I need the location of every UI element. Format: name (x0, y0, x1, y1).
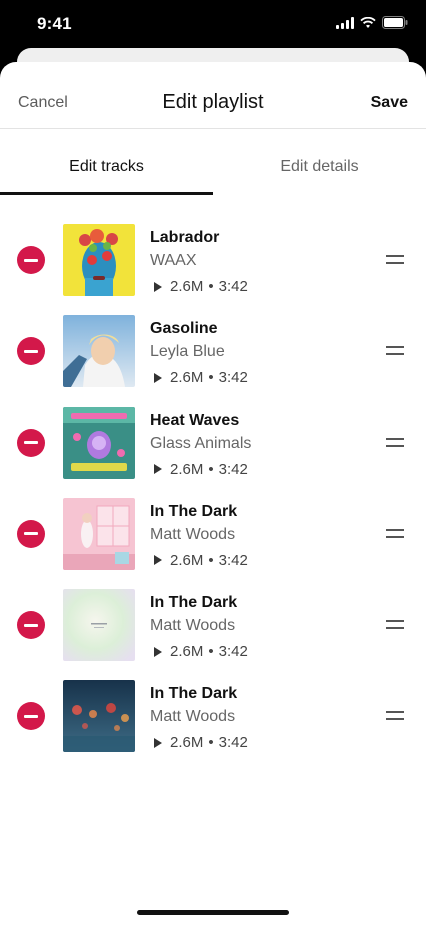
play-count: 2.6M (170, 460, 204, 478)
track-duration: 3:42 (218, 734, 248, 752)
track-row[interactable]: In The Dark Matt Woods 2.6M • 3:42 (0, 587, 426, 678)
track-row[interactable]: Labrador WAAX 2.6M • 3:42 (0, 222, 426, 313)
remove-track-button[interactable] (17, 428, 45, 457)
nav-bar: Cancel Edit playlist Save (0, 62, 426, 129)
meta-separator: • (208, 278, 214, 295)
track-artist: Glass Animals (150, 434, 252, 452)
track-meta: 2.6M • 3:42 (150, 369, 248, 386)
play-icon (154, 737, 162, 748)
remove-track-button[interactable] (17, 611, 45, 640)
gasoline-cover (63, 315, 135, 388)
track-info: In The Dark Matt Woods 2.6M • 3:42 (150, 593, 248, 660)
track-artist: Leyla Blue (150, 343, 225, 361)
track-info: Heat Waves Glass Animals 2.6M • 3:42 (150, 411, 251, 478)
tab-edit-tracks[interactable]: Edit tracks (0, 128, 213, 196)
track-duration: 3:42 (218, 369, 248, 387)
play-icon (154, 646, 162, 657)
track-meta: 2.6M • 3:42 (150, 734, 248, 751)
track-meta: 2.6M • 3:42 (150, 461, 251, 478)
remove-track-button[interactable] (17, 246, 45, 274)
track-row[interactable]: In The Dark Matt Woods 2.6M • 3:42 (0, 678, 426, 769)
play-icon (154, 281, 162, 292)
remove-track-button[interactable] (17, 702, 45, 731)
status-time: 9:41 (37, 14, 72, 33)
drag-handle-icon[interactable] (386, 528, 404, 539)
track-row[interactable]: In The Dark Matt Woods 2.6M • 3:42 (0, 496, 426, 587)
drag-handle-icon[interactable] (386, 620, 404, 630)
play-icon (154, 372, 162, 383)
drag-handle-icon[interactable] (386, 437, 404, 448)
track-info: In The Dark Matt Woods 2.6M • 3:42 (150, 684, 248, 751)
signal-icon (336, 16, 354, 29)
track-title: Gasoline (150, 320, 218, 338)
play-count: 2.6M (170, 551, 204, 569)
pink-room-cover (63, 497, 135, 570)
remove-track-button[interactable] (17, 337, 45, 366)
track-info: In The Dark Matt Woods 2.6M • 3:42 (150, 502, 248, 569)
heat-waves-cover (63, 406, 135, 479)
tab-bar: Edit tracks Edit details (0, 128, 426, 196)
edit-playlist-sheet: Cancel Edit playlist Save Edit tracks Ed… (0, 62, 426, 926)
track-title: In The Dark (150, 594, 238, 612)
meta-separator: • (208, 734, 214, 752)
track-title: In The Dark (150, 502, 238, 520)
remove-track-button[interactable] (17, 519, 45, 548)
track-title: In The Dark (150, 685, 238, 703)
track-duration: 3:42 (218, 460, 248, 478)
play-count: 2.6M (170, 643, 204, 661)
status-bar: 9:41 (0, 0, 426, 50)
status-icons (336, 16, 408, 29)
track-duration: 3:42 (218, 643, 248, 661)
play-icon (154, 464, 162, 475)
pastel-cover (63, 589, 135, 662)
drag-handle-icon[interactable] (386, 711, 404, 721)
track-row[interactable]: Gasoline Leyla Blue 2.6M • 3:42 (0, 313, 426, 404)
play-count: 2.6M (170, 278, 204, 295)
drag-handle-icon[interactable] (386, 255, 404, 265)
meta-separator: • (208, 643, 214, 661)
track-title: Heat Waves (150, 411, 240, 429)
page-title: Edit playlist (162, 91, 264, 113)
meta-separator: • (208, 551, 214, 569)
track-title: Labrador (150, 229, 220, 246)
track-artist: WAAX (150, 252, 197, 269)
save-button[interactable]: Save (371, 94, 408, 112)
play-count: 2.6M (170, 369, 204, 387)
battery-icon (382, 16, 408, 29)
phone-screen: 9:41 Cancel Edit playlist Save Edit trac… (0, 0, 426, 926)
tab-edit-details[interactable]: Edit details (213, 128, 426, 196)
track-duration: 3:42 (218, 551, 248, 569)
labrador-cover (63, 224, 135, 296)
active-tab-indicator (0, 192, 213, 195)
meta-separator: • (208, 460, 214, 478)
track-info: Gasoline Leyla Blue 2.6M • 3:42 (150, 319, 248, 386)
track-artist: Matt Woods (150, 617, 236, 635)
track-artist: Matt Woods (150, 708, 236, 726)
track-list: Labrador WAAX 2.6M • 3:42 Gasoline Leyla… (0, 222, 426, 770)
drag-handle-icon[interactable] (386, 346, 404, 356)
meta-separator: • (208, 369, 214, 387)
track-meta: 2.6M • 3:42 (150, 552, 248, 569)
wifi-icon (360, 16, 376, 29)
play-count: 2.6M (170, 734, 204, 752)
track-info: Labrador WAAX 2.6M • 3:42 (150, 228, 248, 295)
play-icon (154, 555, 162, 566)
track-duration: 3:42 (218, 278, 248, 295)
track-artist: Matt Woods (150, 525, 236, 543)
home-indicator[interactable] (137, 910, 289, 915)
track-row[interactable]: Heat Waves Glass Animals 2.6M • 3:42 (0, 405, 426, 496)
rainy-window-cover (63, 680, 135, 753)
track-meta: 2.6M • 3:42 (150, 278, 248, 295)
track-meta: 2.6M • 3:42 (150, 643, 248, 660)
